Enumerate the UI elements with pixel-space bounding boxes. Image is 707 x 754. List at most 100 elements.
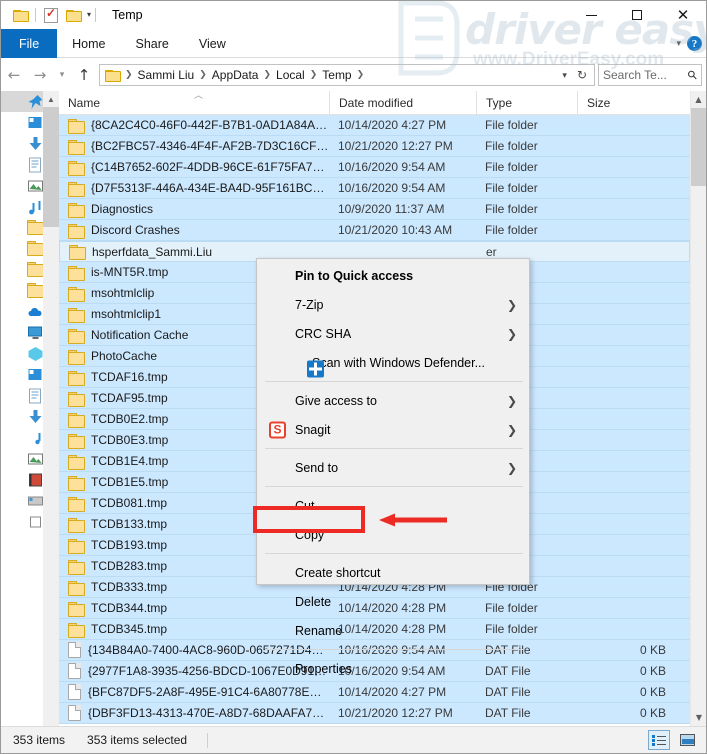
menu-item-7-zip[interactable]: 7-Zip ❯ [257, 290, 529, 319]
table-row[interactable]: {C14B7652-602F-4DDB-96CE-61F75FA7D0... 10… [59, 157, 690, 178]
menu-item-copy[interactable]: Copy [257, 520, 529, 549]
folder-icon [68, 538, 85, 554]
scroll-thumb[interactable] [691, 108, 706, 186]
breadcrumb-separator: ❯ [199, 70, 207, 80]
column-header-type[interactable]: Type [476, 90, 577, 115]
customize-caret-icon[interactable]: ▾ [87, 11, 91, 19]
file-name-cell: Diagnostics [59, 199, 329, 220]
menu-item-create-shortcut[interactable]: Create shortcut [257, 558, 529, 587]
column-header-size[interactable]: Size [577, 90, 678, 115]
breadcrumb-item-3[interactable]: Temp [318, 68, 355, 82]
breadcrumb-item-1[interactable]: AppData [208, 68, 263, 82]
new-folder-icon[interactable] [62, 4, 84, 26]
tab-home[interactable]: Home [57, 29, 120, 58]
navigation-pane-scrollbar[interactable]: ▲ [43, 91, 59, 726]
file-date-cell: 10/14/2020 4:27 PM [338, 118, 447, 132]
file-name-label: Notification Cache [91, 328, 189, 342]
search-input[interactable]: Search Te... ⚲ [598, 64, 702, 86]
table-row[interactable]: {BC2FBC57-4346-4F4F-AF2B-7D3C16CFF... 10/… [59, 136, 690, 157]
column-header-date-modified[interactable]: Date modified [329, 90, 476, 115]
file-name-cell: {D7F5313F-446A-434E-BA4D-95F161BCFE... [59, 178, 329, 199]
breadcrumb-item-2[interactable]: Local [272, 68, 309, 82]
tab-share[interactable]: Share [121, 29, 184, 58]
menu-item-rename[interactable]: Rename [257, 616, 529, 645]
file-name-label: TCDB283.tmp [91, 559, 168, 573]
menu-item-snagit[interactable]: S Snagit ❯ [257, 415, 529, 444]
close-button[interactable]: ✕ [660, 1, 706, 29]
table-row[interactable]: {8CA2C4C0-46F0-442F-B7B1-0AD1A84A5... 10/… [59, 115, 690, 136]
file-date-cell: 10/16/2020 9:54 AM [338, 181, 446, 195]
download-arrow-icon [29, 136, 42, 150]
file-date-cell: 10/14/2020 4:27 PM [338, 685, 447, 699]
folder-icon [68, 580, 85, 596]
file-name-cell: {8CA2C4C0-46F0-442F-B7B1-0AD1A84A5... [59, 115, 329, 136]
folder-icon[interactable] [9, 4, 31, 26]
file-name-label: {BC2FBC57-4346-4F4F-AF2B-7D3C16CFF... [91, 139, 329, 153]
folder-icon [68, 139, 85, 155]
column-header-date-label: Date modified [339, 95, 414, 110]
refresh-icon[interactable]: ↻ [572, 68, 592, 82]
nav-scroll-thumb[interactable] [43, 107, 59, 227]
menu-item-give-access-to[interactable]: Give access to ❯ [257, 386, 529, 415]
table-row[interactable]: {D7F5313F-446A-434E-BA4D-95F161BCFE... 10… [59, 178, 690, 199]
folder-icon [68, 601, 85, 617]
chevron-down-icon[interactable]: ▾ [676, 38, 681, 49]
file-name-label: {C14B7652-602F-4DDB-96CE-61F75FA7D0... [91, 160, 329, 174]
title-bar: ▾ Temp ✕ [1, 1, 706, 29]
minimize-button[interactable] [568, 1, 614, 29]
maximize-button[interactable] [614, 1, 660, 29]
file-size-cell [577, 598, 677, 619]
menu-item-crc-sha[interactable]: CRC SHA ❯ [257, 319, 529, 348]
nav-scroll-up-icon[interactable]: ▲ [43, 91, 59, 107]
folder-icon [68, 370, 85, 386]
folder-icon [68, 307, 85, 323]
tab-file[interactable]: File [1, 29, 58, 58]
table-row[interactable]: Diagnostics 10/9/2020 11:37 AM File folder [59, 199, 690, 220]
file-size-cell [577, 346, 677, 367]
submenu-chevron-icon: ❯ [506, 297, 517, 312]
table-row[interactable]: Discord Crashes 10/21/2020 10:43 AM File f… [59, 220, 690, 241]
menu-item-send-to[interactable]: Send to ❯ [257, 453, 529, 482]
scroll-up-icon[interactable]: ▲ [691, 91, 706, 108]
quick-access-toolbar: ▾ [1, 4, 100, 26]
search-placeholder: Search Te... [603, 68, 667, 82]
table-row[interactable]: {DBF3FD13-4313-470E-A8D7-68DAAFA7E... 10/… [59, 703, 690, 724]
menu-item-label: Give access to [295, 393, 377, 408]
menu-item-properties[interactable]: Properties [257, 654, 529, 683]
tab-view[interactable]: View [184, 29, 241, 58]
up-button[interactable]: ↑ [71, 60, 97, 90]
breadcrumb[interactable]: ❯ Sammi Liu ❯ AppData ❯ Local ❯ Temp ❯ ▾… [99, 64, 595, 86]
details-view-button[interactable] [648, 730, 670, 750]
context-menu[interactable]: Pin to Quick access 7-Zip ❯ CRC SHA ❯ Scan wi… [256, 258, 530, 676]
column-header-name[interactable]: ︿ Name [59, 91, 329, 115]
large-icons-view-button[interactable] [676, 730, 698, 750]
recent-locations-button[interactable]: ▾ [53, 60, 71, 90]
desktop-icon [28, 368, 42, 380]
file-name-label: TCDB0E2.tmp [91, 412, 169, 426]
details-view-icon [652, 734, 666, 746]
breadcrumb-item-0[interactable]: Sammi Liu [134, 68, 199, 82]
breadcrumb-separator: ❯ [309, 70, 318, 80]
help-icon[interactable]: ? [687, 36, 702, 51]
file-name-label: TCDB081.tmp [91, 496, 168, 510]
file-name-label: msohtmlclip [91, 286, 155, 300]
table-row[interactable]: {BFC87DF5-2A8F-495E-91C4-6A80778EEB... 10… [59, 682, 690, 703]
menu-item-scan-with-windows-defender[interactable]: Scan with Windows Defender... [257, 348, 529, 377]
breadcrumb-dropdown-icon[interactable]: ▾ [557, 70, 572, 81]
menu-item-delete[interactable]: Delete [257, 587, 529, 616]
file-size-cell [577, 493, 677, 514]
file-name-label: is-MNT5R.tmp [91, 265, 169, 279]
documents-icon [29, 157, 41, 172]
file-list-scrollbar[interactable]: ▲ ▼ [690, 91, 706, 726]
back-button[interactable]: ← [1, 60, 27, 90]
properties-icon[interactable] [40, 4, 62, 26]
forward-button[interactable]: → [27, 60, 53, 90]
scroll-down-icon[interactable]: ▼ [691, 709, 706, 726]
menu-item-label: Pin to Quick access [295, 268, 414, 283]
file-name-label: Diagnostics [91, 202, 154, 216]
folder-icon [68, 412, 85, 428]
documents-icon [29, 388, 41, 403]
menu-item-cut[interactable]: Cut [257, 491, 529, 520]
menu-item-pin-to-quick-access[interactable]: Pin to Quick access [257, 261, 529, 290]
file-type-cell: DAT File [485, 706, 531, 720]
